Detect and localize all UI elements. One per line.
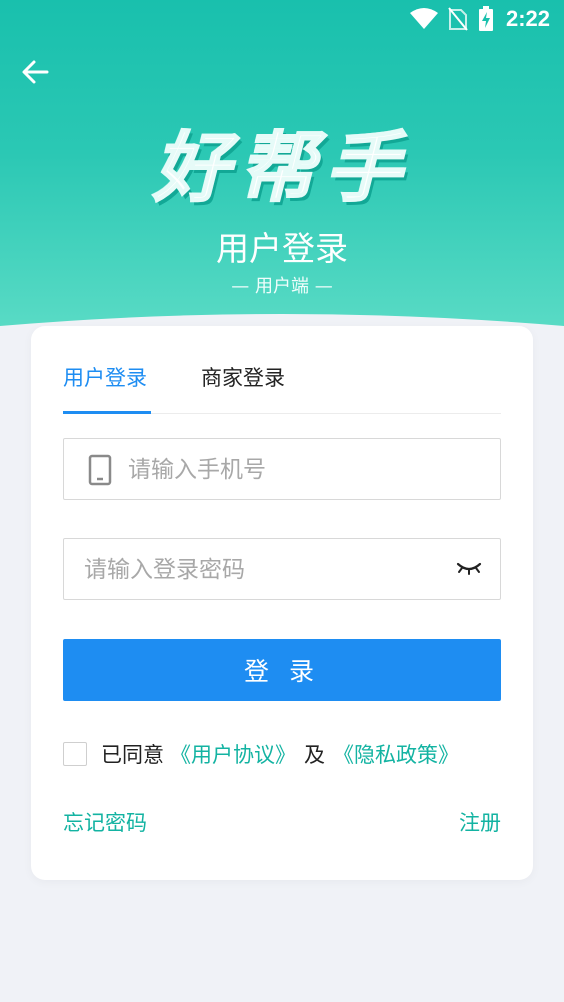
page-title: 用户登录 bbox=[216, 229, 348, 268]
phone-field bbox=[63, 438, 501, 501]
and-label: 及 bbox=[304, 743, 325, 767]
page-subtitle: — 用户端 — bbox=[231, 276, 333, 297]
agree-label: 已同意 bbox=[101, 743, 164, 767]
login-button[interactable]: 登 录 bbox=[63, 639, 501, 701]
password-field bbox=[63, 538, 501, 601]
privacy-policy-link[interactable]: 《隐私政策》 bbox=[333, 739, 459, 769]
status-time: 2:22 bbox=[505, 6, 550, 31]
agreement-row: 已同意 《用户协议》 及 《隐私政策》 bbox=[63, 740, 459, 768]
active-tab-indicator bbox=[63, 411, 151, 414]
app-logo: 好帮手 bbox=[0, 106, 564, 216]
tab-merchant-login[interactable]: 商家登录 bbox=[201, 362, 285, 392]
battery-charging-icon bbox=[478, 6, 493, 31]
register-link[interactable]: 注册 bbox=[459, 807, 501, 837]
login-card: 用户登录 商家登录 登 录 已同意 《用户协议》 及 《隐私政策》 忘记密码 注… bbox=[31, 326, 533, 880]
no-sim-icon bbox=[448, 7, 468, 31]
user-agreement-link[interactable]: 《用户协议》 bbox=[170, 739, 296, 769]
agree-checkbox[interactable] bbox=[63, 742, 87, 766]
status-bar: 2:22 bbox=[0, 0, 564, 40]
login-tabs: 用户登录 商家登录 bbox=[63, 326, 501, 414]
password-input[interactable] bbox=[82, 539, 446, 601]
phone-input[interactable] bbox=[126, 439, 490, 501]
forgot-password-link[interactable]: 忘记密码 bbox=[63, 807, 147, 837]
tab-user-login[interactable]: 用户登录 bbox=[63, 362, 147, 392]
back-button[interactable] bbox=[18, 56, 52, 88]
eye-closed-icon[interactable] bbox=[456, 561, 482, 577]
wifi-icon bbox=[409, 8, 438, 29]
arrow-left-icon bbox=[22, 60, 49, 84]
logo-text: 好帮手 bbox=[152, 122, 411, 213]
phone-icon bbox=[88, 454, 112, 486]
